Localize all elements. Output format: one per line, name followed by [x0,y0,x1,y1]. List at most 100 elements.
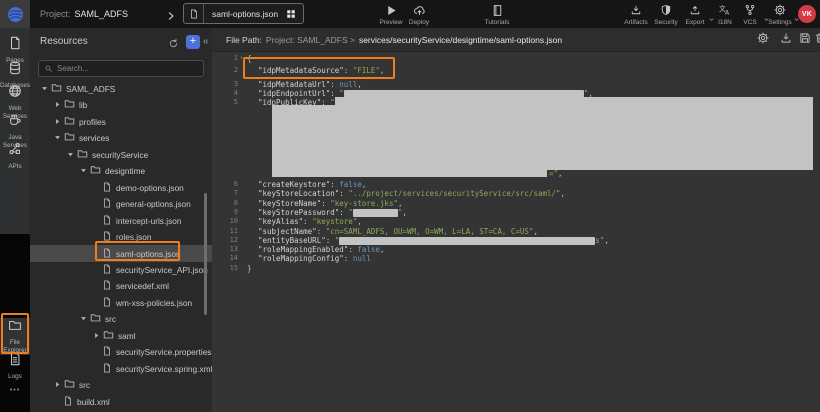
code-line-10[interactable]: "keyAlias": "keystore", [258,217,362,226]
search-icon [44,60,53,78]
grid-icon[interactable] [286,9,303,19]
resources-scrollbar[interactable] [204,193,207,315]
tree-item-label: services [79,133,109,143]
app-logo[interactable] [0,0,30,28]
search-input[interactable] [57,64,198,73]
tree-file-servicedef.xml[interactable]: servicedef.xml [30,277,212,294]
rail-item-apis[interactable]: APIs [0,142,30,171]
line-number: 10 [212,217,238,225]
file-icon [63,393,73,411]
file-path-project: Project: SAML_ADFS > [266,35,355,45]
tab-saml-options[interactable]: saml-options.json [183,3,304,24]
line-number: 9 [212,208,238,216]
tree-file-build.xml[interactable]: build.xml [30,393,212,410]
tray-down-icon [630,3,642,17]
code-line-9[interactable]: "keyStorePassword": "", [258,208,407,217]
code-line-14[interactable]: "roleMappingConfig": null [258,254,371,263]
floppy-icon [799,31,811,49]
code-token: "roleMappingConfig" [258,254,344,263]
tray-up-icon [689,3,701,17]
top-bar: Project:SAML_ADFS saml-options.json Prev… [0,0,820,28]
caret-right-icon[interactable] [92,332,100,339]
code-editor[interactable]: 1▾{2"idpMetadataSource": "FILE",3"idpMet… [212,52,820,412]
rail-item-file-explorer[interactable]: FileExplorer [0,318,30,355]
refresh-icon[interactable] [168,36,179,54]
caret-right-icon[interactable] [53,118,61,125]
code-line-1[interactable]: { [247,54,252,63]
file-icon [102,277,112,295]
tree-folder-designtime[interactable]: designtime [30,162,212,179]
tree-item-label: general-options.json [116,199,191,209]
tree-file-securityservice.properties[interactable]: securityService.properties [30,343,212,360]
code-token: , [561,189,566,198]
tree-file-wm-xss-policies.json[interactable]: wm-xss-policies.json [30,294,212,311]
download-button[interactable] [779,33,793,47]
folder-icon [64,96,75,114]
code-token: : [330,80,339,89]
code-token: : [344,254,353,263]
folder-icon [90,162,101,180]
save-button[interactable] [798,33,812,47]
tree-file-securityservice.spring.xml[interactable]: securityService.spring.xml [30,360,212,377]
action-label: VCS [743,19,756,26]
tree-file-intercept-urls.json[interactable]: intercept-urls.json [30,212,212,229]
deploy-button[interactable]: Deploy [397,3,441,26]
tree-folder-saml[interactable]: saml [30,327,212,344]
caret-down-icon[interactable] [79,167,87,174]
code-token: "keyStoreLocation" [258,189,339,198]
add-resource-button[interactable]: + [186,35,200,49]
code-line-15[interactable]: } [247,264,252,273]
caret-down-icon[interactable] [79,315,87,322]
line-number: 4 [212,89,238,97]
code-token: : [339,208,348,217]
resources-panel: Resources + « SAML_ADFSlib profiles servic… [30,28,212,412]
caret-right-icon[interactable] [53,381,61,388]
code-line-6[interactable]: "createKeystore": false, [258,180,366,189]
folder-icon [8,318,22,337]
chevron-right-icon[interactable] [166,8,176,26]
code-line-13[interactable]: "roleMappingEnabled": false, [258,245,384,254]
tree-folder-saml_adfs[interactable]: SAML_ADFS [30,80,212,97]
fold-toggle-icon[interactable]: ▾ [240,55,243,61]
caret-down-icon[interactable] [53,134,61,141]
settings-button[interactable] [756,33,770,47]
avatar[interactable]: VK [798,5,816,23]
tree-folder-src[interactable]: src [30,310,212,327]
tree-folder-profiles[interactable]: profiles [30,113,212,130]
tree-file-general-options.json[interactable]: general-options.json [30,195,212,212]
code-line-11[interactable]: "subjectName": "cn=SAML_ADFS, OU=WM, O=W… [258,227,538,236]
code-token: } [247,264,252,273]
code-line-3[interactable]: "idpMetadataUrl": null, [258,80,362,89]
tutorials-button[interactable]: Tutorials [475,3,519,26]
code-line-8[interactable]: "keyStoreName": "key-store.jks", [258,199,403,208]
rail-overflow-button[interactable]: ••• [0,387,30,394]
code-line-2[interactable]: "idpMetadataSource": "FILE", [258,66,384,75]
caret-right-icon[interactable] [53,101,61,108]
tree-item-label: lib [79,100,87,110]
caret-down-icon[interactable] [66,151,74,158]
tree-folder-lib[interactable]: lib [30,96,212,113]
tree-file-saml-options.json[interactable]: saml-options.json [30,245,212,262]
rail-item-logs[interactable]: Logs [0,352,30,381]
search-box[interactable] [38,60,204,77]
tree-file-securityservice_api.json[interactable]: securityService_API.json [30,261,212,278]
code-token: , [604,236,609,245]
code-token: , [402,208,407,217]
code-token: : [344,66,353,75]
code-line-12[interactable]: "entityBaseURL": "s", [258,236,609,245]
code-token: null [339,80,357,89]
tree-item-label: demo-options.json [116,183,184,193]
caret-down-icon[interactable] [40,85,48,92]
action-label: Settings [768,19,792,26]
settings-button[interactable]: Settings [758,3,802,26]
resources-title: Resources [40,36,88,47]
tree-folder-services[interactable]: services [30,129,212,146]
code-line-7[interactable]: "keyStoreLocation": "../project/services… [258,189,565,198]
delete-button[interactable] [813,33,820,47]
tree-folder-securityservice[interactable]: securityService [30,146,212,163]
tree-file-roles.json[interactable]: roles.json [30,228,212,245]
tree-folder-src[interactable]: src [30,376,212,393]
cloud-up-icon [413,3,426,17]
collapse-panel-icon[interactable]: « [203,36,209,47]
tree-file-demo-options.json[interactable]: demo-options.json [30,179,212,196]
